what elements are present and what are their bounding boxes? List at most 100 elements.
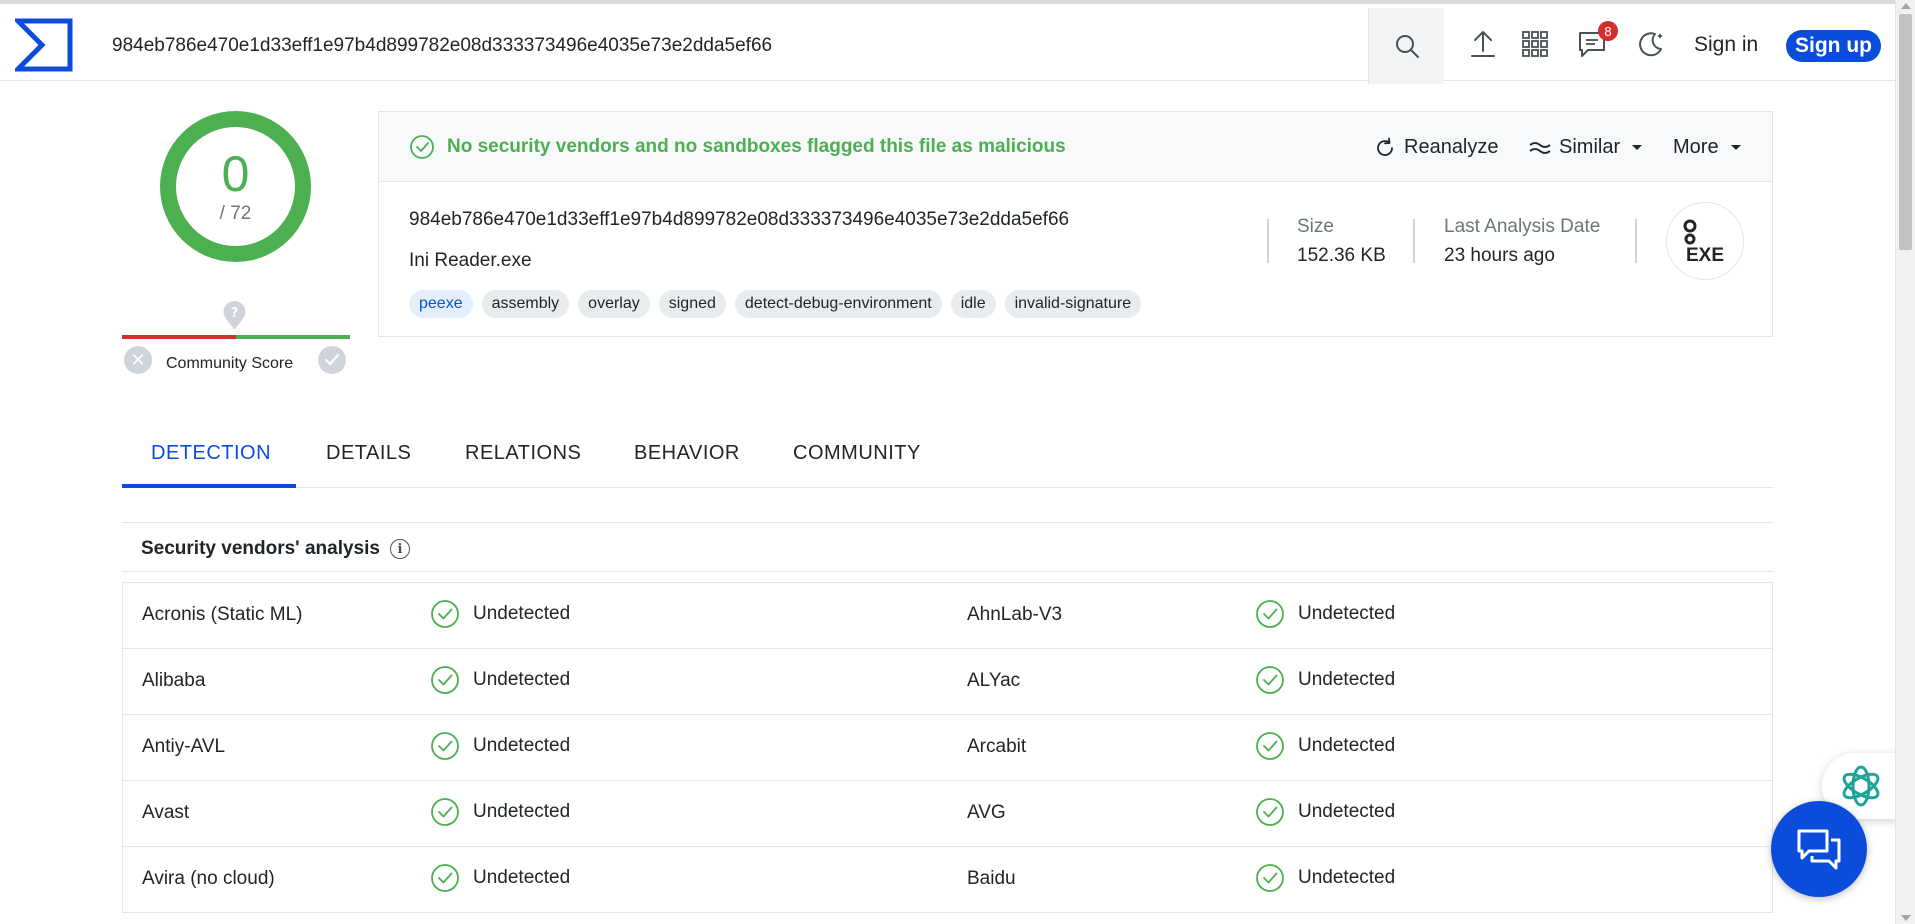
vendor-result-text: Undetected	[1298, 669, 1396, 690]
divider	[1267, 219, 1269, 263]
more-label: More	[1673, 136, 1719, 158]
notification-count-badge: 8	[1598, 21, 1618, 41]
tab-behavior[interactable]: BEHAVIOR	[634, 442, 740, 465]
file-hash[interactable]: 984eb786e470e1d33eff1e97b4d899782e08d333…	[409, 209, 1069, 231]
similar-icon	[1529, 141, 1551, 154]
chat-support-button[interactable]	[1771, 801, 1867, 897]
reanalyze-button[interactable]: Reanalyze	[1374, 136, 1499, 159]
info-icon[interactable]: i	[389, 539, 410, 559]
check-circle-icon	[431, 666, 459, 694]
report-tabs: DETECTION DETAILS RELATIONS BEHAVIOR COM…	[122, 430, 1773, 488]
check-circle-icon	[431, 864, 459, 892]
dark-mode-icon[interactable]	[1635, 28, 1667, 60]
search-input[interactable]	[112, 35, 1368, 57]
file-summary-card: No security vendors and no sandboxes fla…	[378, 111, 1773, 337]
size-label: Size	[1297, 216, 1334, 237]
check-circle-icon	[431, 600, 459, 628]
vendor-result-text: Undetected	[473, 669, 571, 690]
tag[interactable]: assembly	[481, 290, 570, 318]
vendor-result: Undetected	[430, 665, 570, 695]
vendors-section-header: Security vendors' analysis i	[122, 522, 1773, 572]
reanalyze-label: Reanalyze	[1404, 136, 1499, 158]
vendor-results-table: Acronis (Static ML) Undetected AhnLab-V3…	[122, 582, 1773, 913]
search-icon	[1395, 35, 1419, 58]
check-circle-icon	[1256, 666, 1284, 694]
vendor-result: Undetected	[430, 863, 570, 893]
last-analysis-label: Last Analysis Date	[1444, 216, 1601, 237]
vendor-name: AhnLab-V3	[967, 604, 1063, 625]
notifications-button[interactable]: 8	[1576, 21, 1618, 60]
vendors-section-title: Security vendors' analysis	[141, 538, 380, 559]
file-name: Ini Reader.exe	[409, 250, 532, 271]
search-bar[interactable]	[92, 8, 1368, 84]
more-dropdown[interactable]: More	[1673, 136, 1741, 159]
community-score-bar	[122, 335, 350, 339]
last-analysis-value: 23 hours ago	[1444, 245, 1555, 266]
community-score-label: Community Score	[166, 355, 294, 372]
vendor-name: Antiy-AVL	[142, 736, 226, 757]
verdict-banner: No security vendors and no sandboxes fla…	[409, 134, 1066, 160]
community-score-marker-icon: ?	[222, 300, 247, 330]
divider	[1635, 219, 1637, 263]
vendor-result-text: Undetected	[1298, 801, 1396, 822]
vendor-result: Undetected	[1255, 863, 1395, 893]
sign-in-link[interactable]: Sign in	[1694, 33, 1758, 57]
chevron-down-icon	[1730, 145, 1741, 150]
tag[interactable]: overlay	[578, 290, 650, 318]
similar-dropdown[interactable]: Similar	[1529, 136, 1643, 159]
page-scrollbar[interactable]	[1895, 0, 1915, 924]
vendor-name: Acronis (Static ML)	[142, 604, 303, 625]
engine-total: / 72	[219, 202, 252, 224]
tab-relations[interactable]: RELATIONS	[465, 442, 581, 465]
chevron-down-icon	[1632, 145, 1643, 150]
vendor-result-text: Undetected	[473, 801, 571, 822]
vote-malicious-icon[interactable]: ✕	[124, 346, 152, 374]
detection-count: 0	[221, 145, 250, 202]
tag[interactable]: detect-debug-environment	[734, 290, 942, 318]
similar-label: Similar	[1559, 136, 1621, 158]
chat-icon	[1797, 829, 1841, 870]
vendor-name: Avast	[142, 802, 190, 823]
upload-icon[interactable]	[1467, 28, 1499, 60]
search-button[interactable]	[1368, 8, 1444, 84]
vendor-result: Undetected	[1255, 797, 1395, 827]
tab-community[interactable]: COMMUNITY	[793, 442, 921, 465]
tag[interactable]: invalid-signature	[1004, 290, 1142, 318]
tab-detection[interactable]: DETECTION	[151, 442, 271, 465]
check-circle-icon	[410, 135, 434, 159]
size-value: 152.36 KB	[1297, 245, 1386, 266]
table-row: Antiy-AVL Undetected Arcabit Undetected	[123, 715, 1772, 781]
tag[interactable]: idle	[950, 290, 996, 318]
tab-details[interactable]: DETAILS	[326, 442, 411, 465]
file-type-gears-icon	[1683, 219, 1725, 245]
vendor-result: Undetected	[430, 599, 570, 629]
check-circle-icon	[431, 732, 459, 760]
vendor-result: Undetected	[430, 731, 570, 761]
table-row: Avira (no cloud) Undetected Baidu Undete…	[123, 847, 1772, 913]
scroll-up-arrow-icon[interactable]	[1901, 3, 1911, 9]
verdict-header: No security vendors and no sandboxes fla…	[379, 112, 1772, 182]
vendor-result-text: Undetected	[473, 735, 571, 756]
scroll-down-arrow-icon[interactable]	[1901, 915, 1911, 921]
file-type-badge: EXE	[1666, 202, 1744, 280]
tag[interactable]: peexe	[409, 290, 473, 318]
file-tags: peexe assembly overlay signed detect-deb…	[409, 290, 1142, 318]
virustotal-logo[interactable]	[11, 18, 73, 72]
vendor-name: Baidu	[967, 868, 1016, 889]
vendor-result: Undetected	[1255, 731, 1395, 761]
vendor-result: Undetected	[1255, 599, 1395, 629]
vendor-name: AVG	[967, 802, 1006, 823]
check-circle-icon	[431, 798, 459, 826]
vendor-result-text: Undetected	[473, 867, 571, 888]
scrollbar-thumb[interactable]	[1899, 14, 1912, 250]
refresh-icon	[1377, 137, 1393, 156]
vendor-name: Avira (no cloud)	[142, 868, 275, 889]
top-bar: 8 Sign in Sign up	[0, 0, 1895, 84]
tag[interactable]: signed	[658, 290, 726, 318]
vote-harmless-icon[interactable]	[318, 346, 346, 374]
apps-grid-icon[interactable]	[1519, 28, 1551, 60]
svg-text:?: ?	[231, 306, 239, 321]
sign-up-button[interactable]: Sign up	[1786, 30, 1881, 62]
vendor-result-text: Undetected	[1298, 735, 1396, 756]
vendor-result-text: Undetected	[1298, 603, 1396, 624]
